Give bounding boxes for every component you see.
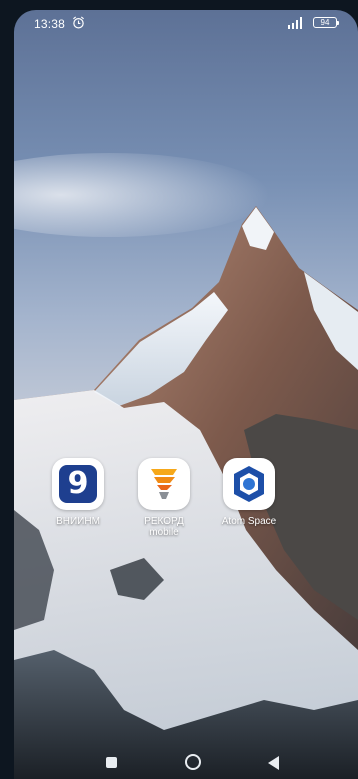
signal-icon xyxy=(288,17,302,29)
status-time: 13:38 xyxy=(34,17,66,31)
app-atom-space[interactable]: Atom Space xyxy=(207,458,291,527)
app-label: РЕКОРД mobile xyxy=(144,516,184,538)
back-icon[interactable] xyxy=(268,756,279,770)
navigation-bar xyxy=(14,750,358,779)
rekord-logo-shape xyxy=(151,469,177,499)
app-rekord[interactable]: РЕКОРД mobile xyxy=(122,458,206,538)
vniinm-logo-glyph: 9 xyxy=(59,465,97,503)
app-vniinm[interactable]: 9 ВНИИНМ xyxy=(36,458,120,527)
atom-space-logo-icon[interactable] xyxy=(223,458,275,510)
battery-icon: 94 xyxy=(313,17,339,28)
app-label: ВНИИНМ xyxy=(56,516,100,527)
app-label: Atom Space xyxy=(221,516,277,527)
vniinm-logo-icon[interactable]: 9 xyxy=(52,458,104,510)
mountain-wallpaper xyxy=(14,153,358,779)
atom-space-logo-shape xyxy=(234,466,264,502)
alarm-icon xyxy=(73,16,84,29)
status-bar: 13:38 94 xyxy=(14,10,358,38)
home-icon[interactable] xyxy=(185,754,201,770)
home-screen: 13:38 94 9 ВНИИНМ РЕКОРД mobile Atom Spa… xyxy=(14,10,358,779)
recent-apps-icon[interactable] xyxy=(106,757,117,768)
rekord-logo-icon[interactable] xyxy=(138,458,190,510)
